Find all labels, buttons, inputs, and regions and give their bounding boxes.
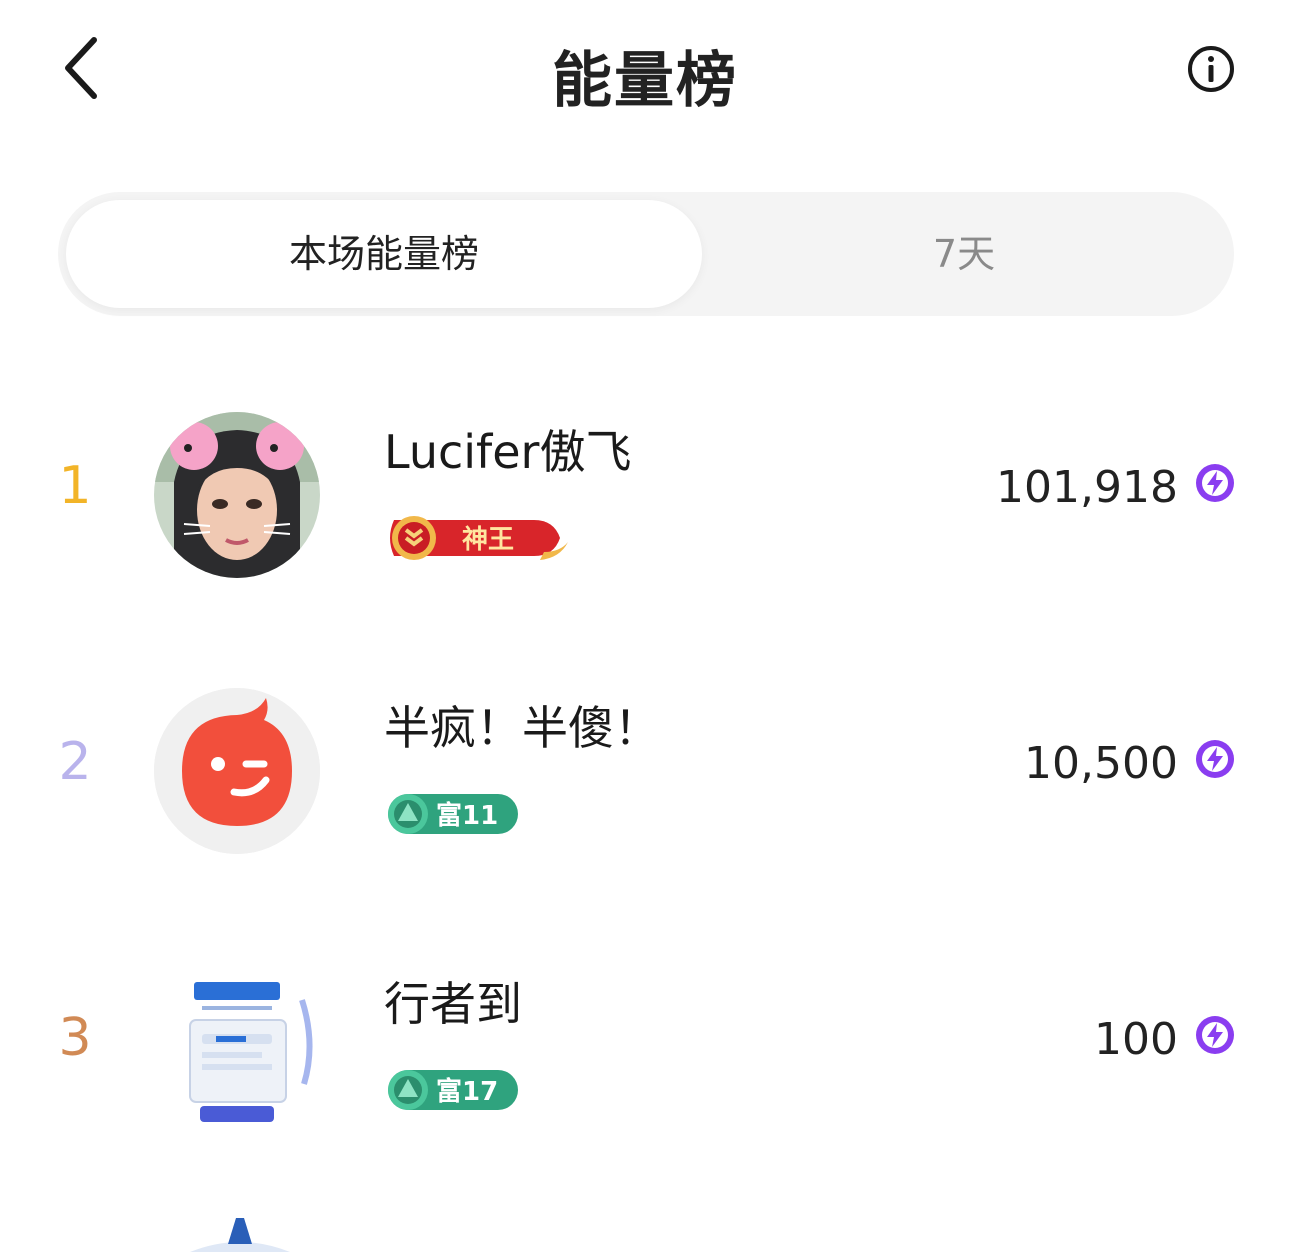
wealth-level-badge-icon: 富17 bbox=[388, 1070, 518, 1110]
page-title: 能量榜 bbox=[552, 46, 738, 116]
next-row-avatar-partial bbox=[190, 1218, 290, 1252]
energy-bolt-icon bbox=[1196, 1016, 1234, 1054]
rank-number: 1 bbox=[58, 456, 92, 516]
rank-number: 2 bbox=[58, 732, 92, 792]
energy-score: 101,918 bbox=[996, 462, 1178, 513]
leaderboard-row[interactable]: 1 Lucifer傲飞 神王 101,918 bbox=[0, 402, 1290, 602]
tab-7-days[interactable]: 7天 bbox=[702, 200, 1226, 308]
energy-bolt-icon bbox=[1196, 464, 1234, 502]
info-circle-icon bbox=[1188, 46, 1234, 92]
rank-number: 3 bbox=[58, 1008, 92, 1068]
crown-badge-icon: 神王 bbox=[390, 516, 568, 560]
user-name: Lucifer傲飞 bbox=[384, 425, 632, 479]
user-name: 行者到 bbox=[384, 977, 522, 1031]
leaderboard-row[interactable]: 2 半疯！半傻！ 富11 10,500 bbox=[0, 678, 1290, 878]
tab-bar: 本场能量榜 7天 bbox=[58, 192, 1234, 316]
energy-bolt-icon bbox=[1196, 740, 1234, 778]
top-bar: 能量榜 bbox=[0, 0, 1290, 140]
badge-label: 富11 bbox=[436, 800, 498, 831]
info-button[interactable] bbox=[1186, 44, 1236, 94]
user-photo bbox=[154, 412, 320, 578]
leaderboard-row[interactable]: 3 行者到 富17 100 bbox=[0, 954, 1290, 1154]
rank-badge: 富17 bbox=[384, 1064, 524, 1112]
avatar[interactable] bbox=[154, 964, 320, 1130]
energy-score: 10,500 bbox=[1024, 738, 1178, 789]
badge-label: 神王 bbox=[462, 525, 514, 555]
rank-badge: 神王 bbox=[384, 512, 570, 560]
user-name: 半疯！半傻！ bbox=[384, 701, 660, 755]
badge-label: 富17 bbox=[436, 1076, 498, 1107]
energy-score: 100 bbox=[1094, 1014, 1178, 1065]
avatar[interactable] bbox=[154, 688, 320, 854]
tab-current-session[interactable]: 本场能量榜 bbox=[66, 200, 702, 308]
rank-badge: 富11 bbox=[384, 788, 524, 836]
ad-poster-avatar bbox=[154, 964, 320, 1130]
default-avatar-icon bbox=[154, 688, 320, 854]
avatar[interactable] bbox=[154, 412, 320, 578]
wealth-level-badge-icon: 富11 bbox=[388, 794, 518, 834]
